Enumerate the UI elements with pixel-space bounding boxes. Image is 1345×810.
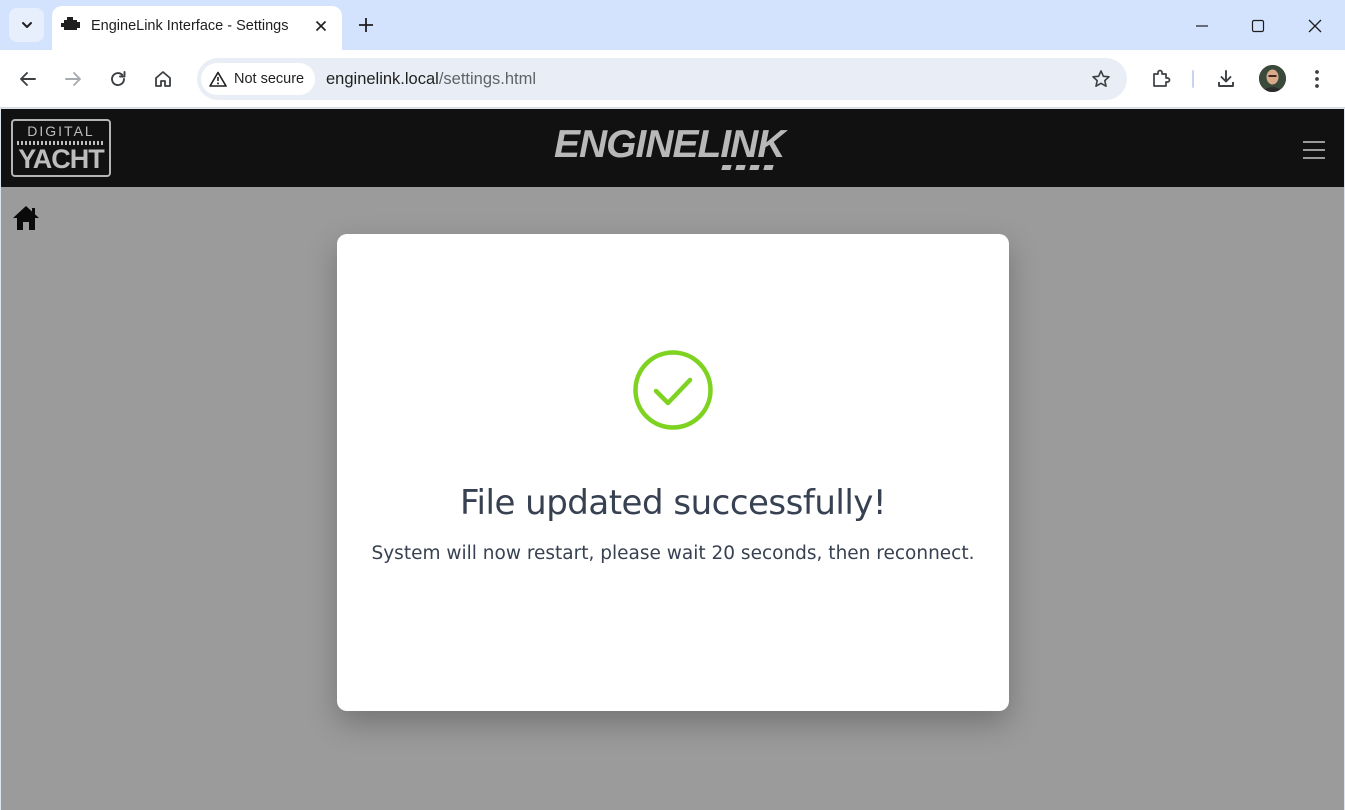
tab-search-button[interactable] <box>9 8 44 42</box>
url-host: enginelink.local <box>326 70 439 88</box>
active-tab[interactable]: EngineLink Interface - Settings <box>52 6 342 50</box>
logo-bottom-text: YACHT <box>18 144 105 174</box>
logo-top-text: DIGITAL <box>27 123 95 139</box>
engine-icon <box>61 17 80 30</box>
close-window-button[interactable] <box>1293 8 1337 44</box>
bookmark-button[interactable] <box>1089 67 1113 91</box>
toolbar-separator <box>1192 70 1194 88</box>
success-check-icon <box>633 350 713 430</box>
dialog-title: File updated successfully! <box>459 483 887 523</box>
page-viewport: DIGITAL YACHT ENGINELINK File updated su… <box>1 109 1344 810</box>
success-dialog: File updated successfully! System will n… <box>337 234 1009 711</box>
address-bar[interactable]: Not secure enginelink.local/settings.htm… <box>197 58 1127 100</box>
reload-icon <box>111 71 126 87</box>
reload-button[interactable] <box>101 62 135 96</box>
more-vertical-icon <box>1315 70 1319 88</box>
maximize-icon <box>1251 19 1265 33</box>
chevron-down-icon <box>21 22 32 28</box>
close-icon <box>315 20 327 32</box>
tab-title: EngineLink Interface - Settings <box>91 18 289 34</box>
maximize-button[interactable] <box>1236 8 1280 44</box>
site-header: DIGITAL YACHT ENGINELINK <box>1 109 1344 187</box>
enginelink-logo: ENGINELINK <box>554 121 794 175</box>
avatar-image <box>1259 65 1286 92</box>
back-button[interactable] <box>11 62 45 96</box>
extensions-button[interactable] <box>1144 62 1178 96</box>
arrow-left-icon <box>20 72 36 86</box>
plus-icon <box>359 18 373 32</box>
new-tab-button[interactable] <box>353 12 379 38</box>
dialog-message: System will now restart, please wait 20 … <box>371 543 975 564</box>
browser-toolbar: Not secure enginelink.local/settings.htm… <box>0 50 1345 108</box>
home-button[interactable] <box>146 62 180 96</box>
brand-text: ENGINELINK <box>554 123 786 166</box>
site-info-chip[interactable]: Not secure <box>201 63 316 95</box>
logo-dots <box>721 165 774 170</box>
forward-button[interactable] <box>56 62 90 96</box>
arrow-right-icon <box>65 72 81 86</box>
url-path: /settings.html <box>438 70 537 88</box>
home-icon[interactable] <box>12 205 40 231</box>
tab-close-button[interactable] <box>310 15 332 37</box>
close-icon <box>1308 19 1322 33</box>
url-text: enginelink.local/settings.html <box>326 70 536 89</box>
minimize-button[interactable] <box>1180 8 1224 44</box>
downloads-button[interactable] <box>1209 62 1243 96</box>
hamburger-menu-icon[interactable] <box>1303 141 1325 159</box>
profile-avatar[interactable] <box>1259 65 1286 92</box>
digital-yacht-logo[interactable]: DIGITAL YACHT <box>11 119 111 177</box>
download-icon <box>1218 70 1234 87</box>
browser-menu-button[interactable] <box>1300 62 1334 96</box>
security-label: Not secure <box>234 71 305 87</box>
home-icon <box>155 71 171 87</box>
warning-icon <box>209 71 227 87</box>
minimize-icon <box>1196 25 1208 27</box>
star-icon <box>1092 70 1110 87</box>
puzzle-icon <box>1153 69 1171 87</box>
tab-strip: EngineLink Interface - Settings <box>0 0 1345 50</box>
